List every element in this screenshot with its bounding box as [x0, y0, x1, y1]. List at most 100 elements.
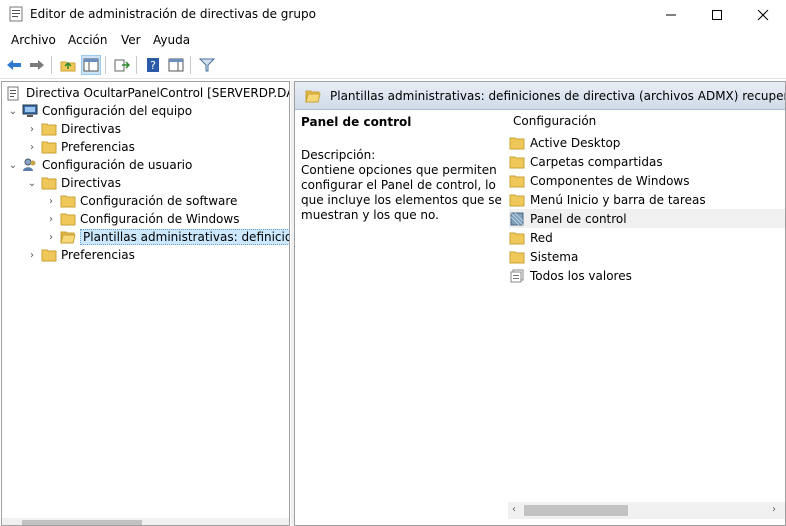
users-icon	[22, 158, 38, 172]
tree-item-software-config[interactable]: › Configuración de software	[46, 192, 237, 210]
scroll-right-arrow-icon[interactable]: ›	[772, 504, 776, 515]
folder-icon	[509, 231, 525, 245]
chevron-right-icon[interactable]: ›	[46, 192, 56, 210]
chevron-down-icon[interactable]: ⌄	[8, 156, 18, 174]
tree-item-cc-directivas[interactable]: › Directivas	[27, 120, 121, 138]
tree-item-windows-config[interactable]: › Configuración de Windows	[46, 210, 239, 228]
folder-icon	[60, 212, 76, 226]
list-item-label: Carpetas compartidas	[530, 154, 663, 169]
maximize-button[interactable]	[694, 0, 740, 29]
close-button[interactable]	[740, 0, 786, 29]
gpo-editor-app-icon	[9, 6, 23, 22]
toolbar-separator	[190, 56, 191, 74]
tree-item-label: Configuración de usuario	[42, 158, 193, 172]
tree-item-label: Preferencias	[61, 248, 135, 262]
list-item-label: Componentes de Windows	[530, 173, 690, 188]
list-item[interactable]: Sistema	[509, 247, 785, 266]
chevron-down-icon[interactable]: ⌄	[27, 174, 37, 192]
scroll-left-arrow-icon[interactable]: ‹	[512, 504, 516, 515]
folder-icon	[509, 136, 525, 150]
list-item[interactable]: Active Desktop	[509, 133, 785, 152]
filter-button[interactable]	[197, 55, 217, 75]
policy-document-icon	[6, 86, 22, 101]
tree-item-uc-directivas[interactable]: ⌄ Directivas	[27, 174, 121, 192]
details-header: Plantillas administrativas: definiciones…	[295, 82, 785, 110]
tree-root-policy[interactable]: Directiva OcultarPanelControl [SERVERDP.…	[6, 84, 289, 102]
tree-item-label: Plantillas administrativas: definiciones	[80, 229, 289, 245]
title-bar: Editor de administración de directivas d…	[0, 0, 786, 29]
forward-button[interactable]	[27, 55, 47, 75]
list-item[interactable]: Panel de control	[509, 209, 785, 228]
folder-up-icon	[60, 61, 76, 72]
list-item[interactable]: Todos los valores	[509, 266, 785, 285]
up-level-button[interactable]	[58, 55, 78, 75]
list-item[interactable]: Carpetas compartidas	[509, 152, 785, 171]
menu-archivo[interactable]: Archivo	[11, 33, 56, 47]
tree-item-uc-preferencias[interactable]: › Preferencias	[27, 246, 135, 264]
computer-icon	[22, 104, 38, 118]
list-item-label: Menú Inicio y barra de tareas	[530, 192, 706, 207]
list-item[interactable]: Componentes de Windows	[509, 171, 785, 190]
tree-horizontal-scrollbar[interactable]	[2, 518, 289, 525]
menu-ver[interactable]: Ver	[121, 33, 141, 47]
tree-item-label: Directivas	[61, 176, 121, 190]
folder-icon	[509, 174, 525, 188]
toolbar-separator	[51, 56, 52, 74]
list-item-label: Sistema	[530, 249, 579, 264]
export-list-button[interactable]	[112, 55, 132, 75]
folder-icon	[41, 122, 57, 136]
description-label: Descripción:	[301, 148, 376, 162]
window-title: Editor de administración de directivas d…	[30, 7, 316, 21]
tree-item-cc-preferencias[interactable]: › Preferencias	[27, 138, 135, 156]
chevron-right-icon[interactable]: ›	[46, 228, 56, 246]
list-item-label: Active Desktop	[530, 135, 621, 150]
folder-icon	[509, 155, 525, 169]
tree-item-label: Preferencias	[61, 140, 135, 154]
tree-item-label: Configuración del equipo	[42, 104, 193, 118]
export-icon	[114, 59, 130, 72]
folder-icon	[41, 140, 57, 154]
svg-text:?: ?	[150, 59, 156, 72]
tree-item-label: Directivas	[61, 122, 121, 136]
folder-icon	[41, 176, 57, 190]
back-button[interactable]	[4, 55, 24, 75]
menu-accion[interactable]: Acción	[68, 33, 107, 47]
list-item[interactable]: Red	[509, 228, 785, 247]
chevron-right-icon[interactable]: ›	[27, 120, 37, 138]
folder-icon	[509, 250, 525, 264]
tree-item-user-config[interactable]: ⌄ Configuración de usuario	[8, 156, 193, 174]
minimize-button[interactable]	[648, 0, 694, 29]
view-tabs-strip	[294, 516, 786, 526]
scrollbar-thumb[interactable]	[22, 520, 142, 525]
list-item-label: Todos los valores	[530, 268, 632, 283]
menu-ayuda[interactable]: Ayuda	[153, 33, 190, 47]
control-panel-icon	[509, 212, 525, 226]
help-icon: ?	[147, 58, 159, 72]
tree-item-computer-config[interactable]: ⌄ Configuración del equipo	[8, 102, 192, 120]
tree-item-admin-templates[interactable]: › Plantillas administrativas: definicion…	[46, 228, 289, 246]
chevron-right-icon[interactable]: ›	[27, 246, 37, 264]
show-hide-tree-button[interactable]	[81, 55, 101, 75]
column-header-configuracion[interactable]: Configuración	[513, 114, 596, 128]
toolbar: ?	[0, 51, 786, 79]
toolbar-separator	[105, 56, 106, 74]
tree-root-label: Directiva OcultarPanelControl [SERVERDP.…	[26, 86, 289, 100]
back-arrow-icon	[7, 60, 21, 70]
list-item-label: Panel de control	[530, 211, 627, 226]
show-hide-action-pane-button[interactable]	[166, 55, 186, 75]
chevron-right-icon[interactable]: ›	[27, 138, 37, 156]
folder-open-icon	[305, 89, 321, 103]
help-button[interactable]: ?	[143, 55, 163, 75]
console-tree-icon	[83, 58, 99, 72]
menu-bar: Archivo Acción Ver Ayuda	[0, 29, 786, 51]
chevron-right-icon[interactable]: ›	[46, 210, 56, 228]
filter-icon	[199, 58, 215, 72]
description-text: Contiene opciones que permiten configura…	[301, 163, 502, 222]
chevron-down-icon[interactable]: ⌄	[8, 102, 18, 120]
details-header-title: Plantillas administrativas: definiciones…	[330, 89, 785, 103]
folder-open-icon	[60, 230, 76, 244]
all-settings-icon	[509, 269, 525, 283]
list-item[interactable]: Menú Inicio y barra de tareas	[509, 190, 785, 209]
toolbar-separator	[136, 56, 137, 74]
scrollbar-thumb[interactable]	[524, 505, 628, 516]
